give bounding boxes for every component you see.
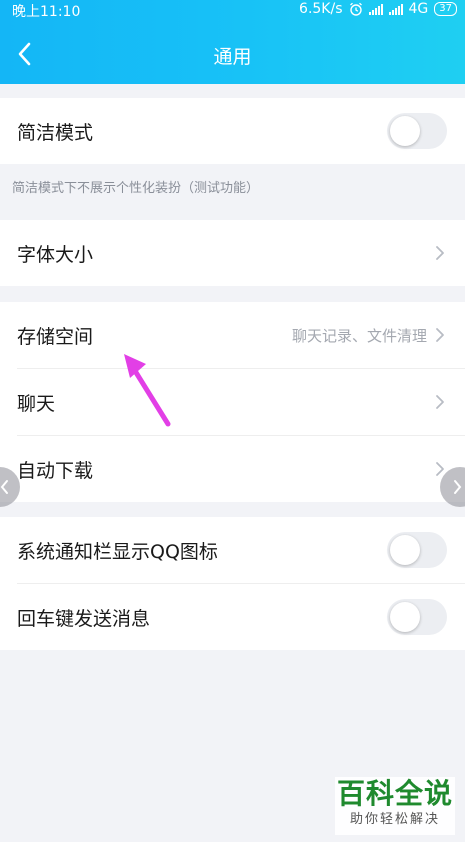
font-size-label: 字体大小 xyxy=(17,243,94,266)
chevron-right-icon xyxy=(436,328,444,342)
chevron-right-icon xyxy=(454,480,462,494)
status-time: 晚上11:10 xyxy=(12,4,81,20)
font-size-row[interactable]: 字体大小 xyxy=(0,220,465,286)
qq-icon-notify-label: 系统通知栏显示QQ图标 xyxy=(17,540,218,563)
header-bar: 晚上11:10 6.5K/s 4G 37 通用 xyxy=(0,0,465,84)
qq-icon-notify-row: 系统通知栏显示QQ图标 xyxy=(0,517,465,583)
enter-send-row: 回车键发送消息 xyxy=(0,584,465,650)
network-speed: 6.5K/s xyxy=(299,1,343,17)
qq-icon-notify-toggle[interactable] xyxy=(387,532,447,568)
auto-download-label: 自动下载 xyxy=(17,459,94,482)
auto-download-row[interactable]: 自动下载 xyxy=(0,436,465,502)
watermark-logo: 百科全说 助你轻松解决 xyxy=(335,777,455,835)
simple-mode-hint: 简洁模式下不展示个性化装扮（测试功能） xyxy=(12,181,260,196)
simple-mode-group: 简洁模式 xyxy=(0,98,465,164)
storage-value: 聊天记录、文件清理 xyxy=(291,326,427,345)
simple-mode-label: 简洁模式 xyxy=(17,121,94,144)
signal-icon xyxy=(368,3,383,15)
status-right: 6.5K/s 4G 37 xyxy=(299,1,457,17)
battery-icon: 37 xyxy=(434,2,457,16)
simple-mode-row: 简洁模式 xyxy=(0,98,465,164)
status-bar: 晚上11:10 6.5K/s 4G 37 xyxy=(0,0,465,22)
chat-label: 聊天 xyxy=(17,392,56,415)
enter-send-toggle[interactable] xyxy=(387,599,447,635)
storage-row[interactable]: 存储空间 聊天记录、文件清理 xyxy=(0,302,465,368)
next-arrow-button[interactable] xyxy=(440,467,465,507)
annotation-arrow-icon xyxy=(124,354,171,427)
chevron-right-icon xyxy=(436,246,444,260)
chat-row[interactable]: 聊天 xyxy=(0,369,465,435)
chevron-left-icon xyxy=(0,480,8,494)
alarm-icon xyxy=(349,2,362,16)
network-type: 4G xyxy=(408,1,429,17)
storage-group: 存储空间 聊天记录、文件清理 聊天 自动下载 xyxy=(0,302,465,502)
watermark-subtitle: 助你轻松解决 xyxy=(349,812,440,827)
font-size-group: 字体大小 xyxy=(0,220,465,286)
watermark-title: 百科全说 xyxy=(336,777,453,810)
signal-icon-2 xyxy=(388,3,403,15)
page-title: 通用 xyxy=(213,46,252,68)
storage-label: 存储空间 xyxy=(17,325,94,348)
simple-mode-toggle[interactable] xyxy=(387,113,447,149)
notification-group: 系统通知栏显示QQ图标 回车键发送消息 xyxy=(0,517,465,650)
chevron-right-icon xyxy=(436,395,444,409)
enter-send-label: 回车键发送消息 xyxy=(17,607,151,630)
prev-arrow-button[interactable] xyxy=(0,467,20,507)
